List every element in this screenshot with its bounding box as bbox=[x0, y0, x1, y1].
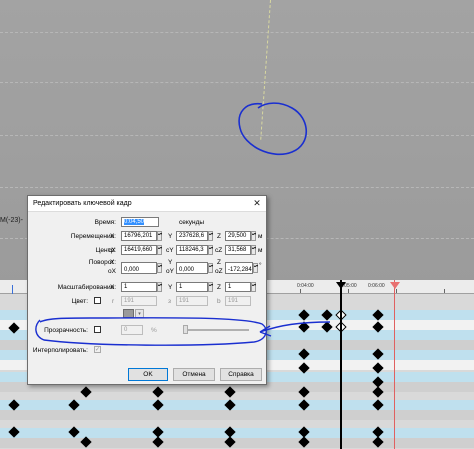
opacity-input[interactable]: 0 bbox=[121, 325, 143, 335]
ruler-marker bbox=[12, 285, 13, 294]
grid-line bbox=[0, 187, 474, 188]
color-r-input[interactable]: 191 bbox=[121, 296, 157, 306]
center-y-label: cY bbox=[166, 247, 174, 254]
rotate-z-input[interactable]: -172,284 bbox=[225, 262, 253, 274]
opacity-checkbox[interactable] bbox=[94, 326, 101, 333]
chevron-down-icon[interactable]: ▾ bbox=[135, 309, 144, 318]
scale-y-input[interactable]: 1 bbox=[176, 282, 208, 292]
center-z-label: cZ bbox=[215, 247, 223, 254]
grid-line bbox=[0, 82, 474, 83]
camera-path-line bbox=[260, 0, 271, 140]
spin-button[interactable]: ▴▾ bbox=[251, 282, 256, 292]
spin-button[interactable]: ▴▾ bbox=[208, 282, 213, 292]
time-label: Время: bbox=[94, 219, 116, 226]
spin-button[interactable]: ▴▾ bbox=[208, 245, 213, 255]
move-z-label: Z bbox=[217, 233, 221, 240]
rotate-ox-label: oX bbox=[108, 268, 116, 275]
color-swatch[interactable] bbox=[123, 309, 134, 318]
opacity-slider-track[interactable] bbox=[183, 329, 249, 331]
rotate-unit: ° bbox=[259, 262, 262, 269]
track-row[interactable] bbox=[0, 410, 474, 420]
cancel-button[interactable]: Отмена bbox=[173, 368, 215, 381]
color-g-label: з bbox=[168, 298, 171, 305]
center-unit: м bbox=[258, 247, 263, 254]
move-x-label: X bbox=[110, 233, 115, 240]
dialog-title: Редактировать ключевой кадр bbox=[28, 196, 266, 212]
spin-button[interactable]: ▴▾ bbox=[208, 231, 213, 241]
move-x-input[interactable]: 16796,201 bbox=[121, 231, 157, 241]
time-unit: секунды bbox=[179, 219, 205, 226]
center-x-label: cX bbox=[108, 247, 116, 254]
scale-z-input[interactable]: 1 bbox=[225, 282, 251, 292]
edit-keyframe-dialog: Редактировать ключевой кадр ✕ Время: 0:0… bbox=[27, 195, 267, 385]
rotate-x-input[interactable]: 0,000 bbox=[121, 262, 157, 274]
color-g-input[interactable]: 191 bbox=[176, 296, 208, 306]
scale-x-label: X bbox=[110, 284, 115, 291]
spin-button[interactable]: ▴▾ bbox=[251, 231, 256, 241]
opacity-unit: % bbox=[151, 327, 157, 334]
color-b-input[interactable]: 191 bbox=[225, 296, 251, 306]
rotate-z-label: Z bbox=[217, 259, 221, 266]
spin-button[interactable]: ▴▾ bbox=[253, 263, 258, 273]
rotate-y-label: Y bbox=[168, 259, 173, 266]
rotate-y-input[interactable]: 0,000 bbox=[176, 262, 208, 274]
scale-label: Масштабирование: bbox=[57, 284, 116, 291]
interpolate-label: Интерполировать: bbox=[32, 347, 88, 354]
spin-button[interactable]: ▴▾ bbox=[251, 245, 256, 255]
color-r-label: r bbox=[112, 298, 115, 305]
move-label: Перемещение: bbox=[70, 233, 116, 240]
rotate-oz-label: oZ bbox=[215, 268, 223, 275]
scale-y-label: Y bbox=[168, 284, 173, 291]
spin-button[interactable]: ▴▾ bbox=[208, 263, 213, 273]
rotate-x-label: X bbox=[110, 259, 115, 266]
viewport-edge-label: M(-23)- bbox=[0, 217, 23, 224]
end-marker-handle[interactable] bbox=[390, 282, 400, 289]
playhead[interactable] bbox=[340, 280, 342, 449]
playhead-handle[interactable] bbox=[336, 282, 346, 289]
scale-x-input[interactable]: 1 bbox=[121, 282, 157, 292]
center-z-input[interactable]: 31,568 bbox=[225, 245, 251, 255]
move-y-label: Y bbox=[168, 233, 173, 240]
spin-button[interactable]: ▴▾ bbox=[157, 245, 162, 255]
spin-button[interactable]: ▴▾ bbox=[157, 231, 162, 241]
track-row[interactable] bbox=[0, 438, 474, 448]
rotate-oy-label: oY bbox=[166, 268, 174, 275]
spin-button[interactable]: ▴▾ bbox=[157, 282, 162, 292]
scale-z-label: Z bbox=[217, 284, 221, 291]
end-marker[interactable] bbox=[394, 280, 395, 449]
rotate-label: Поворот: bbox=[88, 259, 116, 266]
interpolate-checkbox[interactable]: ✓ bbox=[94, 346, 101, 353]
help-button[interactable]: Справка bbox=[220, 368, 262, 381]
ok-button[interactable]: OK bbox=[128, 368, 168, 381]
move-z-input[interactable]: 29,500 bbox=[225, 231, 251, 241]
close-icon[interactable]: ✕ bbox=[252, 198, 262, 209]
center-x-input[interactable]: 16419,660 bbox=[121, 245, 157, 255]
color-b-label: b bbox=[217, 298, 221, 305]
color-checkbox[interactable] bbox=[94, 297, 101, 304]
center-label: Центр: bbox=[95, 247, 116, 254]
center-y-input[interactable]: 118246,3 bbox=[176, 245, 208, 255]
time-input[interactable]: 0:04,50 bbox=[121, 217, 159, 227]
grid-line bbox=[0, 135, 474, 136]
opacity-slider-thumb[interactable] bbox=[183, 325, 188, 334]
spin-button[interactable]: ▴▾ bbox=[157, 263, 162, 273]
grid-line bbox=[0, 32, 474, 33]
color-label: Цвет: bbox=[71, 298, 88, 305]
ruler-label: 0:06:00 bbox=[368, 283, 385, 289]
opacity-label: Прозрачность: bbox=[44, 327, 88, 334]
move-y-input[interactable]: 237628,6 bbox=[176, 231, 208, 241]
move-unit: м bbox=[258, 233, 263, 240]
